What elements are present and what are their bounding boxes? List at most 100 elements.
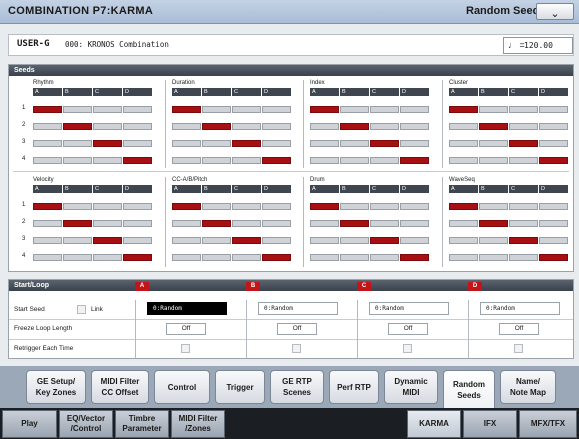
seed-cell[interactable] (172, 237, 201, 244)
retrigger-checkbox-a[interactable] (181, 344, 190, 353)
seed-cell[interactable] (340, 123, 369, 130)
tab-name-note-map[interactable]: Name/ Note Map (500, 370, 556, 404)
seed-cell[interactable] (63, 157, 92, 164)
seed-cell[interactable] (479, 157, 508, 164)
seed-cell[interactable] (400, 140, 429, 147)
seed-cell[interactable] (449, 123, 478, 130)
seed-cell[interactable] (232, 220, 261, 227)
seed-cell[interactable] (509, 237, 538, 244)
seed-cell[interactable] (63, 123, 92, 130)
tab-dynamic-midi[interactable]: Dynamic MIDI (384, 370, 438, 404)
seed-cell[interactable] (93, 140, 122, 147)
retrigger-checkbox-d[interactable] (514, 344, 523, 353)
seed-cell[interactable] (123, 140, 152, 147)
start-seed-c[interactable]: 0:Random (369, 302, 449, 315)
seed-cell[interactable] (449, 254, 478, 261)
seed-cell[interactable] (63, 254, 92, 261)
seed-cell[interactable] (123, 157, 152, 164)
seed-cell[interactable] (93, 203, 122, 210)
seed-cell[interactable] (509, 254, 538, 261)
seed-cell[interactable] (123, 106, 152, 113)
seed-cell[interactable] (33, 157, 62, 164)
seed-cell[interactable] (172, 123, 201, 130)
tab-ifx[interactable]: IFX (463, 410, 517, 438)
seed-cell[interactable] (63, 220, 92, 227)
seed-cell[interactable] (232, 140, 261, 147)
seed-cell[interactable] (262, 123, 291, 130)
seed-cell[interactable] (509, 220, 538, 227)
seed-cell[interactable] (539, 140, 568, 147)
tab-perf-rtp[interactable]: Perf RTP (329, 370, 379, 404)
seed-cell[interactable] (310, 203, 339, 210)
retrigger-checkbox-b[interactable] (292, 344, 301, 353)
seed-cell[interactable] (370, 140, 399, 147)
seed-cell[interactable] (123, 254, 152, 261)
seed-cell[interactable] (123, 237, 152, 244)
seed-cell[interactable] (232, 106, 261, 113)
seed-cell[interactable] (33, 106, 62, 113)
seed-cell[interactable] (63, 203, 92, 210)
seed-cell[interactable] (123, 123, 152, 130)
seed-cell[interactable] (202, 203, 231, 210)
seed-cell[interactable] (262, 140, 291, 147)
start-seed-a[interactable]: 0:Random (147, 302, 227, 315)
seed-cell[interactable] (539, 237, 568, 244)
seed-cell[interactable] (449, 237, 478, 244)
seed-cell[interactable] (262, 106, 291, 113)
seed-cell[interactable] (400, 203, 429, 210)
seed-cell[interactable] (370, 157, 399, 164)
seed-cell[interactable] (262, 157, 291, 164)
tab-eq-vector[interactable]: EQ/Vector /Control (59, 410, 113, 438)
seed-cell[interactable] (262, 203, 291, 210)
seed-cell[interactable] (479, 220, 508, 227)
seed-cell[interactable] (340, 237, 369, 244)
seed-cell[interactable] (479, 237, 508, 244)
seed-cell[interactable] (262, 237, 291, 244)
seed-cell[interactable] (93, 157, 122, 164)
retrigger-checkbox-c[interactable] (403, 344, 412, 353)
seed-cell[interactable] (400, 123, 429, 130)
seed-cell[interactable] (202, 140, 231, 147)
tab-midi-filter[interactable]: MIDI Filter CC Offset (91, 370, 149, 404)
page-menu-button[interactable]: ⌄ (536, 3, 574, 20)
seed-cell[interactable] (202, 254, 231, 261)
seed-cell[interactable] (400, 157, 429, 164)
seed-cell[interactable] (33, 123, 62, 130)
seed-cell[interactable] (400, 254, 429, 261)
seed-cell[interactable] (400, 106, 429, 113)
seed-cell[interactable] (400, 237, 429, 244)
seed-cell[interactable] (449, 220, 478, 227)
seed-cell[interactable] (93, 254, 122, 261)
seed-cell[interactable] (172, 157, 201, 164)
seed-cell[interactable] (63, 140, 92, 147)
seed-cell[interactable] (93, 106, 122, 113)
link-checkbox[interactable] (77, 305, 86, 314)
seed-cell[interactable] (310, 140, 339, 147)
seed-cell[interactable] (202, 106, 231, 113)
seed-cell[interactable] (33, 140, 62, 147)
seed-cell[interactable] (33, 237, 62, 244)
seed-cell[interactable] (232, 254, 261, 261)
seed-cell[interactable] (202, 220, 231, 227)
seed-cell[interactable] (202, 157, 231, 164)
seed-cell[interactable] (340, 254, 369, 261)
seed-cell[interactable] (400, 220, 429, 227)
tab-karma[interactable]: KARMA (407, 410, 461, 438)
seed-cell[interactable] (232, 237, 261, 244)
seed-cell[interactable] (449, 157, 478, 164)
seed-cell[interactable] (93, 220, 122, 227)
seed-cell[interactable] (479, 106, 508, 113)
start-seed-d[interactable]: 0:Random (480, 302, 560, 315)
seed-cell[interactable] (340, 106, 369, 113)
seed-cell[interactable] (539, 254, 568, 261)
seed-cell[interactable] (310, 254, 339, 261)
start-seed-b[interactable]: 0:Random (258, 302, 338, 315)
seed-cell[interactable] (370, 237, 399, 244)
seed-cell[interactable] (370, 254, 399, 261)
seed-cell[interactable] (539, 106, 568, 113)
seed-cell[interactable] (449, 140, 478, 147)
seed-cell[interactable] (172, 106, 201, 113)
freeze-d[interactable]: Off (499, 323, 539, 335)
tab-midi-filter-zones[interactable]: MIDI Filter /Zones (171, 410, 225, 438)
seed-cell[interactable] (509, 123, 538, 130)
